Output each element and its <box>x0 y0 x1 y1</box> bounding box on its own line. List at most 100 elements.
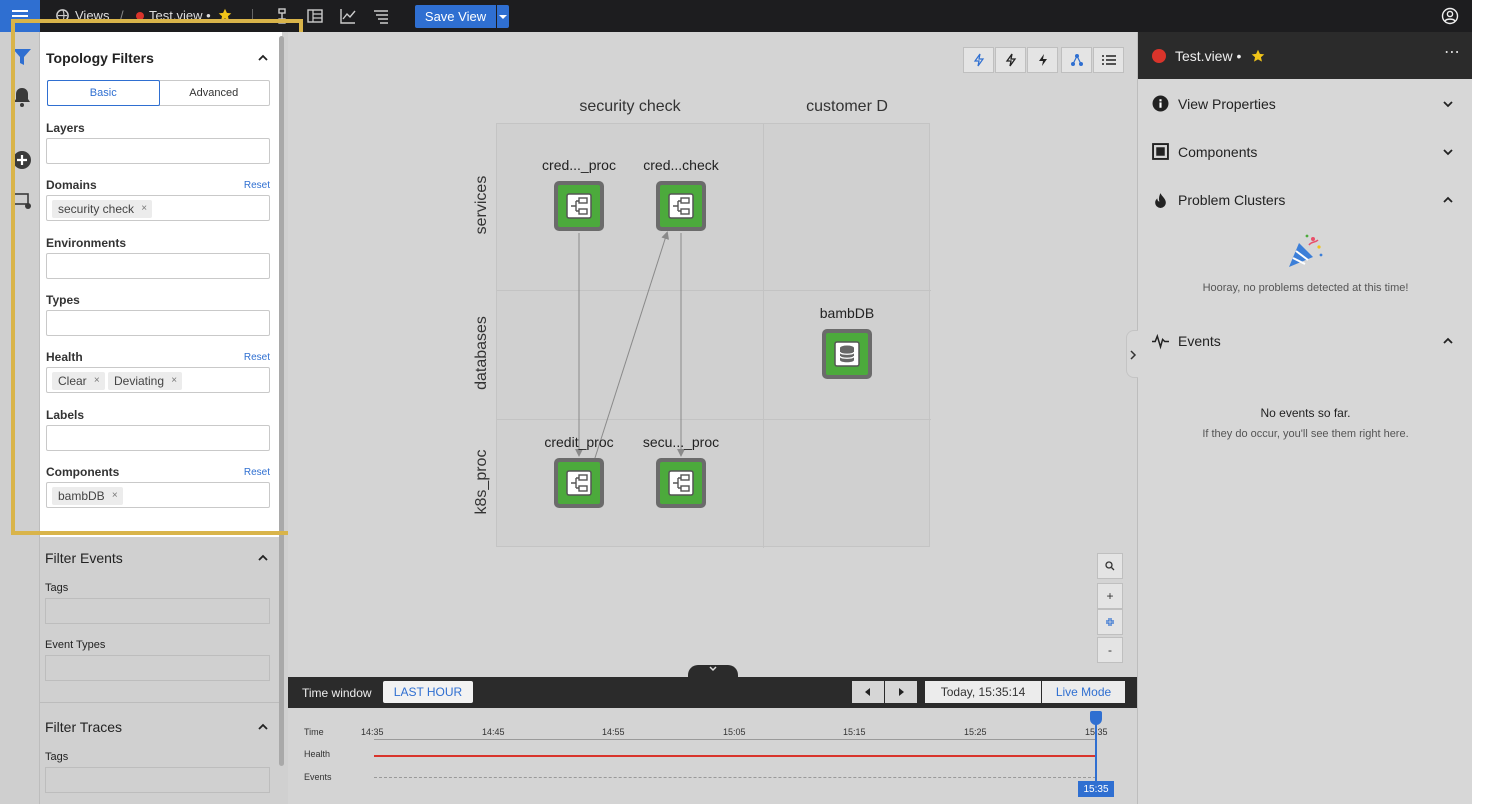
health-chip-clear[interactable]: Clear <box>52 372 105 390</box>
chevron-down-icon[interactable] <box>1442 146 1454 158</box>
star-icon[interactable] <box>1251 49 1265 63</box>
health-reset-link[interactable]: Reset <box>244 352 270 363</box>
service-component-icon <box>668 470 694 496</box>
time-cursor-handle[interactable] <box>1090 711 1102 725</box>
star-icon[interactable] <box>218 8 232 22</box>
components-icon <box>1152 143 1169 160</box>
list-icon <box>1101 55 1116 65</box>
labels-input[interactable] <box>46 425 270 451</box>
icon-rail <box>0 32 40 804</box>
domains-reset-link[interactable]: Reset <box>244 180 270 191</box>
step-back-button[interactable] <box>852 681 884 703</box>
hierarchy-icon[interactable] <box>273 7 291 25</box>
types-input[interactable] <box>46 310 270 336</box>
filters-scrollbar[interactable] <box>279 36 284 766</box>
service-node[interactable] <box>554 181 604 231</box>
domains-input[interactable]: security check <box>46 195 270 221</box>
domains-label: Domains <box>46 178 97 192</box>
chevron-up-icon[interactable] <box>1442 335 1454 347</box>
event-types-input[interactable] <box>45 655 270 681</box>
chevron-up-icon[interactable] <box>258 53 268 63</box>
step-forward-button[interactable] <box>885 681 917 703</box>
labels-label: Labels <box>46 408 85 422</box>
bell-icon[interactable] <box>11 86 33 108</box>
time-range-button[interactable]: LAST HOUR <box>383 681 473 703</box>
lightning-filter-2-button[interactable] <box>995 47 1026 73</box>
right-panel-toggle[interactable] <box>1126 330 1138 378</box>
mode-basic-button[interactable]: Basic <box>47 80 160 106</box>
topology-view-button[interactable] <box>1061 47 1092 73</box>
chevron-down-icon[interactable] <box>1442 98 1454 110</box>
flame-icon <box>1155 193 1166 208</box>
zoom-out-button[interactable]: - <box>1097 637 1123 663</box>
problem-clusters-title[interactable]: Problem Clusters <box>1178 192 1285 208</box>
zoom-in-button[interactable]: + <box>1097 583 1123 609</box>
event-tags-label: Tags <box>45 582 69 594</box>
service-component-icon <box>668 193 694 219</box>
save-view-dropdown[interactable] <box>497 5 509 28</box>
breadcrumb-separator: / <box>120 8 124 23</box>
service-node[interactable] <box>554 458 604 508</box>
health-input[interactable]: Clear Deviating <box>46 367 270 393</box>
node-label: cred...check <box>643 157 719 173</box>
components-reset-link[interactable]: Reset <box>244 467 270 478</box>
current-time-display[interactable]: Today, 15:35:14 <box>925 681 1041 703</box>
live-mode-button[interactable]: Live Mode <box>1042 681 1125 703</box>
chevron-right-icon <box>1130 350 1137 360</box>
chevron-up-icon[interactable] <box>1442 194 1454 206</box>
lightning-half-icon <box>1005 53 1016 67</box>
chevron-up-icon[interactable] <box>258 553 268 563</box>
database-node[interactable] <box>822 329 872 379</box>
lightning-filter-3-button[interactable] <box>1027 47 1058 73</box>
hamburger-icon <box>12 15 28 17</box>
no-events-subtitle: If they do occur, you'll see them right … <box>1202 428 1409 440</box>
more-options-icon[interactable]: ⋯ <box>1444 42 1461 62</box>
environments-input[interactable] <box>46 253 270 279</box>
environments-label: Environments <box>46 236 127 250</box>
toolbar-divider <box>252 9 253 23</box>
list-mode-button[interactable] <box>1093 47 1124 73</box>
chart-icon[interactable] <box>339 7 357 25</box>
filters-panel: Topology Filters Basic Advanced Layers D… <box>40 32 288 804</box>
caret-right-icon <box>899 688 904 696</box>
lightning-filter-1-button[interactable] <box>963 47 994 73</box>
events-row-label: Events <box>304 772 332 782</box>
user-account-icon[interactable] <box>1441 7 1459 25</box>
menu-button[interactable] <box>0 0 40 32</box>
save-view-button[interactable]: Save View <box>415 5 496 28</box>
view-header: Test.view • ⋯ <box>1138 32 1472 79</box>
service-node[interactable] <box>656 458 706 508</box>
settings-screen-icon[interactable] <box>11 190 33 212</box>
components-title[interactable]: Components <box>1178 144 1257 160</box>
party-popper-icon <box>1289 234 1323 267</box>
breadcrumb-current-view[interactable]: Test.view • <box>149 8 211 23</box>
column-header: customer D <box>806 98 888 115</box>
mode-advanced-button[interactable]: Advanced <box>159 81 270 105</box>
zoom-search-button[interactable] <box>1097 553 1123 579</box>
topology-filters-title: Topology Filters <box>46 50 154 66</box>
service-component-icon <box>566 193 592 219</box>
table-view-icon[interactable] <box>306 7 324 25</box>
lightning-icon <box>1038 54 1047 66</box>
component-chip[interactable]: bambDB <box>52 487 123 505</box>
breadcrumb-views[interactable]: Views <box>75 8 109 23</box>
health-chip-deviating[interactable]: Deviating <box>108 372 183 390</box>
add-icon[interactable] <box>11 149 33 171</box>
view-properties-title[interactable]: View Properties <box>1178 96 1276 112</box>
layers-input[interactable] <box>46 138 270 164</box>
info-icon <box>1152 95 1169 112</box>
event-tags-input[interactable] <box>45 598 270 624</box>
trace-tags-input[interactable] <box>45 767 270 793</box>
filter-icon[interactable] <box>11 46 33 68</box>
components-input[interactable]: bambDB <box>46 482 270 508</box>
filter-events-title: Filter Events <box>45 550 123 566</box>
fit-to-screen-button[interactable] <box>1097 609 1123 635</box>
topology-canvas[interactable]: security check customer D services datab… <box>288 32 1137 679</box>
service-node[interactable] <box>656 181 706 231</box>
domain-chip[interactable]: security check <box>52 200 153 218</box>
list-view-icon[interactable] <box>372 7 390 25</box>
time-axis <box>374 739 1096 740</box>
chevron-up-icon[interactable] <box>258 722 268 732</box>
time-tick: 14:45 <box>482 727 505 737</box>
events-title[interactable]: Events <box>1178 333 1221 349</box>
